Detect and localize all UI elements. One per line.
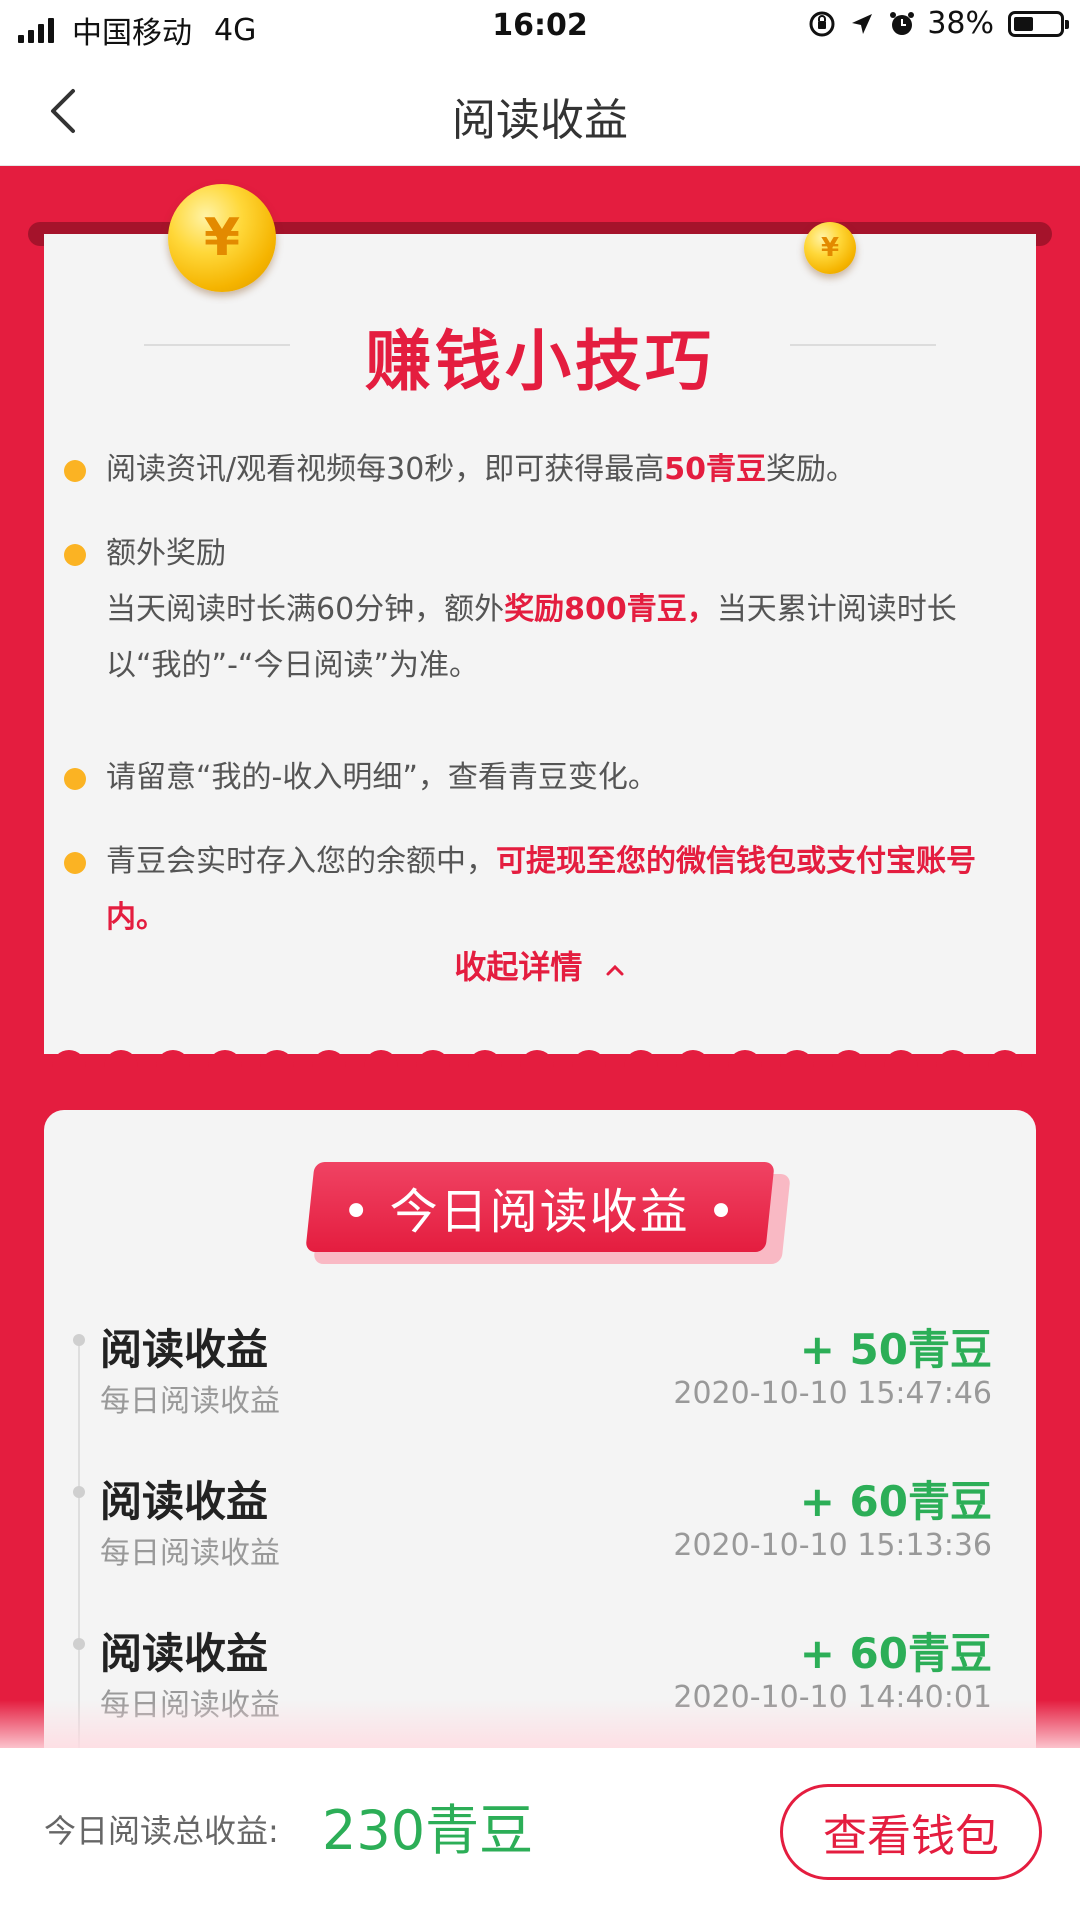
tip-title: 额外奖励 <box>106 536 226 571</box>
bullet-icon <box>64 852 86 874</box>
income-title: • 今日阅读收益 • <box>342 1184 738 1240</box>
scallop <box>676 1050 710 1068</box>
scallop <box>572 1050 606 1068</box>
scallop <box>936 1050 970 1068</box>
record-name: 阅读收益 <box>100 1477 269 1526</box>
tips-header: 赚钱小技巧 <box>44 308 1036 404</box>
scallop <box>884 1050 918 1068</box>
status-bar: 中国移动 4G 16:02 38% <box>0 0 1080 56</box>
timeline-dot <box>73 1638 85 1650</box>
scallop <box>728 1050 762 1068</box>
page-title: 阅读收益 <box>452 95 628 146</box>
view-wallet-button[interactable]: 查看钱包 <box>780 1784 1042 1880</box>
timeline-dot <box>73 1334 85 1346</box>
divider-line <box>790 344 936 346</box>
scallop <box>416 1050 450 1068</box>
bottom-bar: 今日阅读总收益: 230青豆 查看钱包 <box>0 1748 1080 1920</box>
chevron-up-icon <box>606 964 624 976</box>
alarm-icon <box>887 9 917 39</box>
record-name: 阅读收益 <box>100 1629 269 1678</box>
scallop <box>364 1050 398 1068</box>
scallop <box>156 1050 190 1068</box>
bullet-icon <box>64 544 86 566</box>
highlight-text: 奖励800青豆， <box>504 592 717 627</box>
tip-item: 额外奖励 当天阅读时长满60分钟，额外奖励800青豆，当天累计阅读时长以“我的”… <box>64 526 996 694</box>
highlight-text: 50青豆 <box>664 452 767 487</box>
scallop <box>780 1050 814 1068</box>
scallop <box>260 1050 294 1068</box>
income-record: 阅读收益 每日阅读收益 + 60青豆 2020-10-10 15:13:36 <box>44 1468 1036 1608</box>
nav-bar: 阅读收益 <box>0 56 1080 166</box>
record-amount: + 60青豆 <box>799 1477 992 1526</box>
battery-icon <box>1008 10 1069 37</box>
tips-card: 赚钱小技巧 阅读资讯/观看视频每30秒，即可获得最高50青豆奖励。 额外奖励 当… <box>44 234 1036 1054</box>
scallop <box>468 1050 502 1068</box>
income-record: 阅读收益 每日阅读收益 + 50青豆 2020-10-10 15:47:46 <box>44 1316 1036 1456</box>
collapse-details-button[interactable]: 收起详情 <box>44 942 1036 988</box>
scallop <box>208 1050 242 1068</box>
scallop <box>832 1050 866 1068</box>
scallop <box>988 1050 1022 1068</box>
tip-item: 青豆会实时存入您的余额中，可提现至您的微信钱包或支付宝账号内。 <box>64 834 996 946</box>
tips-heading: 赚钱小技巧 <box>365 323 715 400</box>
record-amount: + 50青豆 <box>799 1325 992 1374</box>
location-icon <box>847 9 877 39</box>
timeline-dot <box>73 1486 85 1498</box>
record-subtitle: 每日阅读收益 <box>100 1384 280 1419</box>
tip-body: 当天阅读时长满60分钟，额外奖励800青豆，当天累计阅读时长以“我的”-“今日阅… <box>106 592 957 683</box>
coin-icon: ¥ <box>804 222 856 274</box>
bullet-icon <box>64 768 86 790</box>
bullet-icon <box>64 460 86 482</box>
status-right: 38% <box>807 6 1069 41</box>
scallop <box>104 1050 138 1068</box>
record-time: 2020-10-10 15:13:36 <box>673 1528 992 1563</box>
scallop <box>312 1050 346 1068</box>
battery-percent: 38% <box>927 6 994 41</box>
scalloped-edge <box>44 1046 1036 1068</box>
record-time: 2020-10-10 15:47:46 <box>673 1376 992 1411</box>
scallop <box>520 1050 554 1068</box>
total-value: 230青豆 <box>322 1799 534 1862</box>
scallop <box>52 1050 86 1068</box>
scallop <box>624 1050 658 1068</box>
record-subtitle: 每日阅读收益 <box>100 1536 280 1571</box>
divider-line <box>144 344 290 346</box>
tip-item: 请留意“我的-收入明细”，查看青豆变化。 <box>64 750 996 806</box>
record-amount: + 60青豆 <box>799 1629 992 1678</box>
tip-item: 阅读资讯/观看视频每30秒，即可获得最高50青豆奖励。 <box>64 442 996 498</box>
coin-icon: ¥ <box>168 184 276 292</box>
list-fade <box>0 1700 1080 1750</box>
total-label: 今日阅读总收益: <box>44 1812 279 1850</box>
record-name: 阅读收益 <box>100 1325 269 1374</box>
orientation-lock-icon <box>807 9 837 39</box>
income-title-banner: • 今日阅读收益 • <box>305 1162 775 1252</box>
